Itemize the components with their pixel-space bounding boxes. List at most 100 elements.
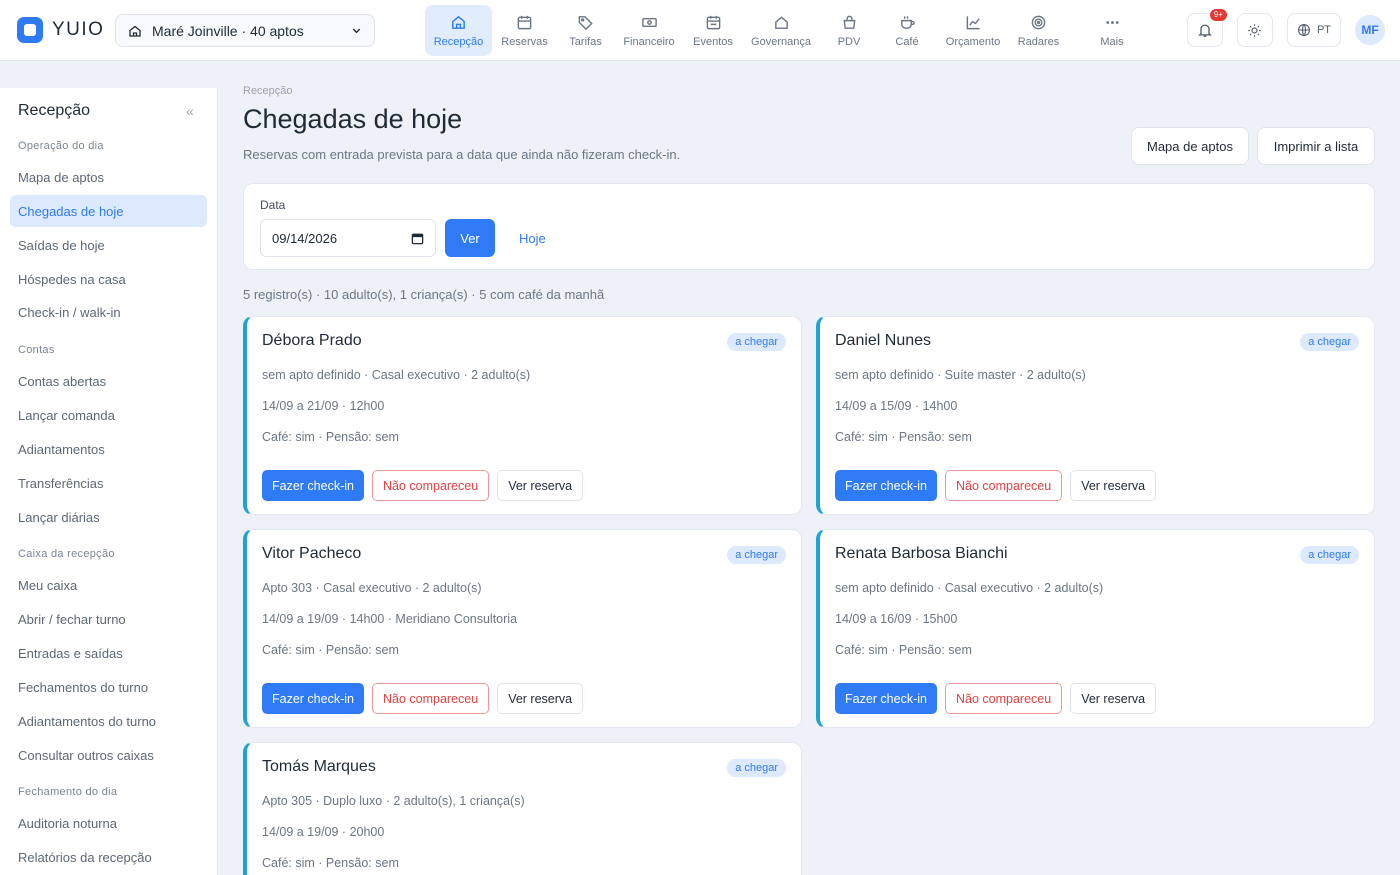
sidebar-item-lancar-comanda[interactable]: Lançar comanda bbox=[10, 399, 207, 431]
nav-label: Radares bbox=[1017, 35, 1060, 48]
calendar-icon[interactable] bbox=[411, 232, 424, 245]
card-actions: Fazer check-in Não compareceu Ver reserv… bbox=[262, 470, 584, 501]
sidebar-item-mapa-de-aptos[interactable]: Mapa de aptos bbox=[10, 161, 207, 193]
sidebar-item-fechamentos-do-turno[interactable]: Fechamentos do turno bbox=[10, 671, 207, 703]
no-show-button[interactable]: Não compareceu bbox=[371, 470, 490, 501]
sidebar-item-transferencias[interactable]: Transferências bbox=[10, 467, 207, 499]
sidebar-item-check-in[interactable]: Check-in / walk-in bbox=[10, 296, 207, 328]
room-info: sem apto definido · Casal executivo · 2 … bbox=[262, 368, 531, 382]
page-subtitle: Reservas com entrada prevista para a dat… bbox=[243, 147, 681, 162]
property-selector[interactable]: Maré Joinville · 40 aptos bbox=[115, 14, 375, 47]
sidebar-item-lancar-diarias[interactable]: Lançar diárias bbox=[10, 501, 207, 533]
date-input[interactable]: 09/14/2026 bbox=[260, 219, 436, 257]
calendar-icon bbox=[516, 14, 533, 31]
target-icon bbox=[1030, 14, 1047, 31]
nav-label: Financeiro bbox=[623, 35, 675, 48]
nav-radares[interactable]: Radares bbox=[1010, 5, 1067, 56]
stay-dates: 14/09 a 19/09 · 14h00 · Meridiano Consul… bbox=[262, 612, 518, 626]
view-reservation-button[interactable]: Ver reserva bbox=[1070, 470, 1157, 501]
no-show-button[interactable]: Não compareceu bbox=[944, 683, 1063, 714]
sidebar-item-hospedes-na-casa[interactable]: Hóspedes na casa bbox=[10, 263, 207, 295]
nav-recepcao[interactable]: Recepção bbox=[425, 5, 492, 56]
language-button[interactable]: PT bbox=[1286, 13, 1341, 47]
stay-dates: 14/09 a 19/09 · 20h00 bbox=[262, 825, 385, 839]
meal-info: Café: sim · Pensão: sem bbox=[262, 856, 399, 870]
nav-mais[interactable]: Mais bbox=[1067, 5, 1157, 56]
date-label: Data bbox=[260, 198, 286, 212]
calendar-event-icon bbox=[705, 14, 722, 31]
meal-info: Café: sim · Pensão: sem bbox=[262, 430, 399, 444]
nav-pdv[interactable]: PDV bbox=[820, 5, 878, 56]
view-reservation-button[interactable]: Ver reserva bbox=[1070, 683, 1157, 714]
checkin-button[interactable]: Fazer check-in bbox=[262, 683, 364, 714]
room-info: Apto 303 · Casal executivo · 2 adulto(s) bbox=[262, 581, 482, 595]
notifications-button[interactable]: 9+ bbox=[1186, 9, 1227, 47]
sidebar-item-auditoria-noturna[interactable]: Auditoria noturna bbox=[10, 807, 207, 839]
top-bar: YUIO Maré Joinville · 40 aptos Recepção … bbox=[0, 0, 1400, 61]
no-show-button[interactable]: Não compareceu bbox=[371, 683, 490, 714]
chart-line-icon bbox=[965, 14, 982, 31]
logo-icon bbox=[17, 17, 43, 43]
status-badge: a chegar bbox=[727, 546, 786, 564]
building-icon bbox=[128, 24, 142, 38]
sidebar-item-chegadas-de-hoje[interactable]: Chegadas de hoje bbox=[10, 195, 207, 227]
sidebar-item-relatorios-da-recepcao[interactable]: Relatórios da recepção bbox=[10, 841, 207, 873]
checkin-button[interactable]: Fazer check-in bbox=[835, 683, 937, 714]
globe-icon bbox=[1297, 23, 1311, 37]
no-show-button[interactable]: Não compareceu bbox=[944, 470, 1063, 501]
guest-name: Renata Barbosa Bianchi bbox=[835, 545, 1008, 562]
nav-orcamento[interactable]: Orçamento bbox=[936, 5, 1010, 56]
nav-eventos[interactable]: Eventos bbox=[684, 5, 742, 56]
checkin-button[interactable]: Fazer check-in bbox=[262, 470, 364, 501]
view-reservation-button[interactable]: Ver reserva bbox=[497, 683, 584, 714]
property-label: Maré Joinville · 40 aptos bbox=[152, 22, 304, 39]
sidebar-item-adiantamentos-do-turno[interactable]: Adiantamentos do turno bbox=[10, 705, 207, 737]
map-button[interactable]: Mapa de aptos bbox=[1131, 127, 1249, 165]
date-value: 09/14/2026 bbox=[272, 230, 338, 246]
nav-label: Orçamento bbox=[945, 35, 1001, 48]
print-list-button[interactable]: Imprimir a lista bbox=[1257, 127, 1375, 165]
user-avatar[interactable]: MF bbox=[1355, 15, 1385, 45]
app-logo[interactable]: YUIO bbox=[17, 17, 104, 43]
sidebar-item-entradas-e-saidas[interactable]: Entradas e saídas bbox=[10, 637, 207, 669]
nav-reservas[interactable]: Reservas bbox=[492, 5, 557, 56]
breadcrumb[interactable]: Recepção bbox=[243, 85, 293, 97]
guest-name: Tomás Marques bbox=[262, 758, 376, 775]
summary-text: 5 registro(s) · 10 adulto(s), 1 criança(… bbox=[243, 287, 605, 302]
stay-dates: 14/09 a 21/09 · 12h00 bbox=[262, 399, 385, 413]
sidebar-item-meu-caixa[interactable]: Meu caixa bbox=[10, 569, 207, 601]
bell-icon bbox=[1197, 22, 1213, 38]
nav-label: Café bbox=[895, 35, 919, 48]
card-actions: Fazer check-in Não compareceu Ver reserv… bbox=[835, 470, 1157, 501]
sidebar-item-saidas-de-hoje[interactable]: Saídas de hoje bbox=[10, 229, 207, 261]
sidebar-item-consultar-outros-caixas[interactable]: Consultar outros caixas bbox=[10, 739, 207, 771]
nav-governanca[interactable]: Governança bbox=[742, 5, 820, 56]
guest-name: Vitor Pacheco bbox=[262, 545, 362, 562]
status-badge: a chegar bbox=[1300, 333, 1359, 351]
nav-financeiro[interactable]: Financeiro bbox=[614, 5, 684, 56]
sidebar-item-contas-abertas[interactable]: Contas abertas bbox=[10, 365, 207, 397]
arrival-card: Tomás Marques a chegar Apto 305 · Duplo … bbox=[243, 742, 802, 875]
stay-dates: 14/09 a 15/09 · 14h00 bbox=[835, 399, 958, 413]
nav-cafe[interactable]: Café bbox=[878, 5, 936, 56]
meal-info: Café: sim · Pensão: sem bbox=[835, 430, 972, 444]
sidebar-item-adiantamentos[interactable]: Adiantamentos bbox=[10, 433, 207, 465]
meal-info: Café: sim · Pensão: sem bbox=[835, 643, 972, 657]
checkin-button[interactable]: Fazer check-in bbox=[835, 470, 937, 501]
top-actions: 9+ PT MF bbox=[1186, 9, 1385, 47]
card-actions: Fazer check-in Não compareceu Ver reserv… bbox=[835, 683, 1157, 714]
view-reservation-button[interactable]: Ver reserva bbox=[497, 470, 584, 501]
theme-toggle-button[interactable] bbox=[1236, 13, 1273, 47]
collapse-sidebar-button[interactable]: « bbox=[186, 103, 194, 119]
main-nav: Recepção Reservas Tarifas Financeiro Eve… bbox=[425, 5, 1157, 56]
chevron-down-icon bbox=[351, 25, 362, 36]
hoje-button[interactable]: Hoje bbox=[506, 219, 559, 257]
nav-tarifas[interactable]: Tarifas bbox=[557, 5, 614, 56]
nav-label: Mais bbox=[1100, 35, 1124, 48]
nav-label: Governança bbox=[751, 35, 811, 48]
nav-label: Eventos bbox=[693, 35, 733, 48]
sidebar-item-abrir-fechar-turno[interactable]: Abrir / fechar turno bbox=[10, 603, 207, 635]
sidebar-title: Recepção bbox=[18, 102, 91, 119]
ver-button[interactable]: Ver bbox=[445, 219, 495, 257]
money-icon bbox=[641, 14, 658, 31]
